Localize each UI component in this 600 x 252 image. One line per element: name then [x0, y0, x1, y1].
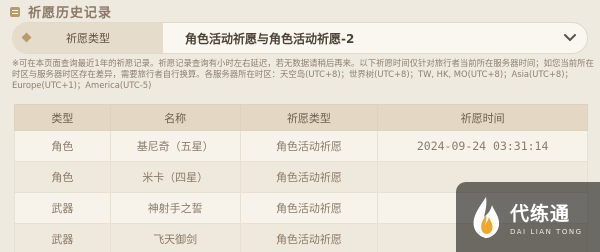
- cell-type: 武器: [14, 192, 111, 224]
- cell-time: 2024-09-24 03:31:14: [377, 130, 588, 162]
- header-type: 类型: [14, 104, 111, 131]
- cell-name: 米卡（四星）: [109, 161, 241, 193]
- cell-wish-type: 角色活动祈愿: [239, 223, 379, 252]
- watermark-main-text: 代练通: [510, 202, 571, 225]
- page-header: 祈愿历史记录: [8, 0, 112, 22]
- cell-type: 武器: [14, 223, 111, 252]
- wish-type-selector[interactable]: 祈愿类型 角色活动祈愿与角色活动祈愿-2: [12, 22, 588, 54]
- cell-wish-type: 角色活动祈愿: [239, 130, 379, 162]
- chevron-down-icon[interactable]: [553, 23, 587, 53]
- header-wish-time: 祈愿时间: [377, 104, 588, 131]
- watermark-texts: 代练通 DAI LIAN TONG: [510, 199, 583, 236]
- scroll-icon: [8, 4, 22, 18]
- page-title: 祈愿历史记录: [28, 5, 113, 21]
- wish-history-page: 祈愿历史记录 祈愿类型 角色活动祈愿与角色活动祈愿-2 ※可在本页面查询最近1年…: [0, 0, 600, 252]
- wish-type-label: 祈愿类型: [66, 32, 110, 45]
- diamond-icon: [21, 32, 32, 43]
- table-row: 角色 基尼奇（五星） 角色活动祈愿 2024-09-24 03:31:14: [14, 130, 588, 162]
- cell-wish-type: 角色活动祈愿: [239, 192, 379, 224]
- wish-type-value[interactable]: 角色活动祈愿与角色活动祈愿-2: [163, 30, 553, 47]
- cell-type: 角色: [14, 161, 111, 193]
- cell-name: 神射手之誓: [109, 192, 241, 224]
- cell-name: 基尼奇（五星）: [109, 130, 241, 162]
- wish-type-label-box: 祈愿类型: [13, 23, 163, 53]
- cell-name: 飞天御剑: [109, 223, 241, 252]
- header-wish-type: 祈愿类型: [239, 104, 379, 131]
- watermark-sub-text: DAI LIAN TONG: [510, 227, 583, 236]
- notice-text: ※可在本页面查询最近1年的祈愿记录。祈愿记录查询有小时左右延迟，若无数据请稍后再…: [12, 58, 594, 90]
- cell-wish-type: 角色活动祈愿: [239, 161, 379, 193]
- watermark: 代练通 DAI LIAN TONG: [456, 182, 600, 252]
- header-name: 名称: [109, 104, 241, 131]
- flame-logo-icon: [468, 195, 504, 239]
- cell-type: 角色: [14, 130, 111, 162]
- table-header-row: 类型 名称 祈愿类型 祈愿时间: [14, 104, 588, 131]
